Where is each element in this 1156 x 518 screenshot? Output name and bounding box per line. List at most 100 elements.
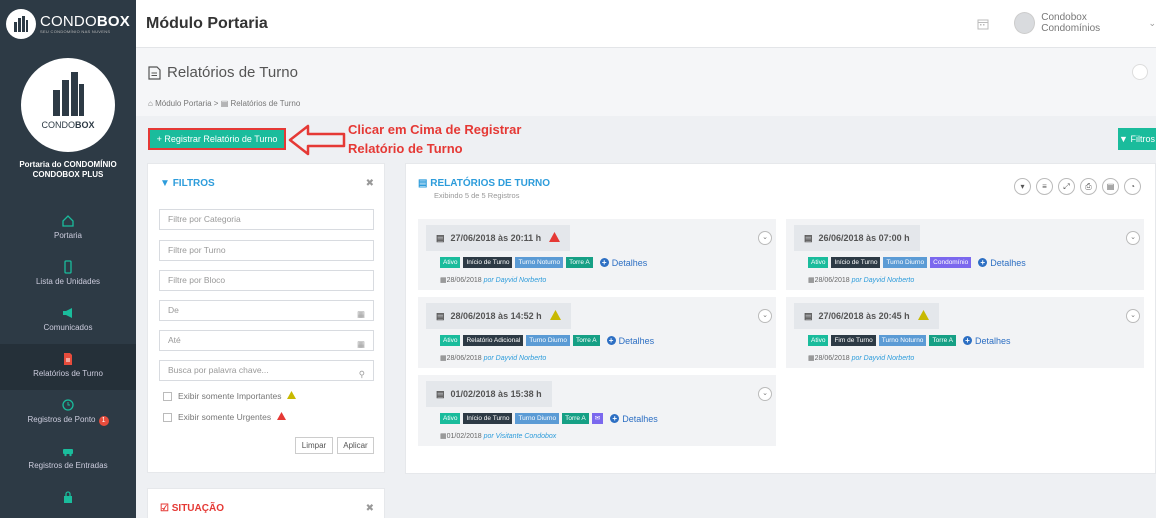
tag-location: Torre A xyxy=(573,335,600,346)
reports-title: ▤ RELATÓRIOS DE TURNO xyxy=(418,178,550,189)
tag-shift: Turno Noturno xyxy=(878,335,927,346)
card-author: por Dayvid Norberto xyxy=(483,277,547,284)
reports-title-text: RELATÓRIOS DE TURNO xyxy=(430,178,551,189)
details-link[interactable]: + Detalhes xyxy=(978,258,1026,268)
document-icon: ▤ xyxy=(804,232,813,243)
chevron-down-icon[interactable]: ⌄ xyxy=(758,309,772,323)
card-date: 28/06/2018 xyxy=(446,355,482,362)
print-icon[interactable]: ⎙ xyxy=(1080,178,1097,195)
warning-yellow-icon xyxy=(287,391,297,401)
chevron-down-icon[interactable]: ⌄ xyxy=(1126,231,1140,245)
tag-location: Torre A xyxy=(929,335,957,346)
megaphone-icon xyxy=(63,308,72,318)
urgentes-checkbox[interactable]: Exibir somente Urgentes xyxy=(163,412,287,422)
filtros-button[interactable]: ▼ Filtros xyxy=(1118,128,1156,150)
breadcrumb-separator: > xyxy=(213,99,219,108)
report-card[interactable]: ▤ 27/06/2018 às 20:11 h ⌄ Ativo Início de… xyxy=(418,219,776,290)
document-icon: ▤ xyxy=(436,388,445,399)
card-date: 01/02/2018 xyxy=(446,433,482,440)
details-label: Detalhes xyxy=(622,413,658,424)
tag-status: Ativo xyxy=(808,257,829,268)
aplicar-button[interactable]: Aplicar xyxy=(337,437,374,454)
chevron-down-icon[interactable]: ⌄ xyxy=(1126,309,1140,323)
close-icon[interactable]: ✖ xyxy=(366,178,374,189)
chevron-down-icon[interactable]: ⌄ xyxy=(758,231,772,245)
sidebar-item-registros-ponto[interactable]: Registros de Ponto 1 xyxy=(0,390,136,436)
filters-title: ▼ FILTROS xyxy=(160,178,215,189)
categoria-filter[interactable]: Filtre por Categoria xyxy=(159,209,374,230)
list-icon[interactable]: ≡ xyxy=(1036,178,1053,195)
checkbox-box[interactable] xyxy=(163,391,172,401)
card-header: ▤ 27/06/2018 às 20:45 h xyxy=(794,303,939,329)
breadcrumb-current: Relatórios de Turno xyxy=(230,99,301,108)
chevron-down-icon[interactable]: ⌄ xyxy=(758,387,772,401)
sidebar-item-registros-entradas[interactable]: Registros de Entradas xyxy=(0,436,136,482)
logo-text-light: CONDO xyxy=(41,120,75,130)
sidebar-item-label: Comunicados xyxy=(43,323,93,332)
checkbox-box[interactable] xyxy=(163,412,172,422)
search-input[interactable]: Busca por palavra chave... ⚲ xyxy=(159,360,374,381)
sidebar-item-portaria[interactable]: Portaria xyxy=(0,206,136,252)
annotation-line-2: Relatório de Turno xyxy=(348,141,463,156)
bloco-filter[interactable]: Filtre por Bloco xyxy=(159,270,374,291)
expand-icon[interactable]: ⤢ xyxy=(1058,178,1075,195)
tag-type: Início de Turno xyxy=(463,257,513,268)
turno-filter[interactable]: Filtre por Turno xyxy=(159,240,374,261)
chart-icon[interactable]: ◔ xyxy=(1124,178,1141,195)
filtros-label: Filtros xyxy=(1130,134,1155,144)
sidebar-item-label: Registros de Ponto xyxy=(27,415,96,424)
card-tags: Ativo Início de Turno Turno Diurno Torre… xyxy=(440,413,658,424)
card-date: 28/06/2018 xyxy=(446,277,482,284)
tag-shift: Turno Diurno xyxy=(883,257,928,268)
document-icon: ▤ xyxy=(436,232,445,243)
tag-type: Início de Turno xyxy=(463,413,513,424)
limpar-button[interactable]: Limpar xyxy=(295,437,333,454)
report-card[interactable]: ▤ 01/02/2018 às 15:38 h ⌄ Ativo Início de… xyxy=(418,375,776,446)
report-card[interactable]: ▤ 27/06/2018 às 20:45 h ⌄ Ativo Fim de Tu… xyxy=(786,297,1144,368)
calendar-icon[interactable] xyxy=(977,18,989,30)
pdf-icon[interactable]: ▤ xyxy=(1102,178,1119,195)
importantes-checkbox[interactable]: Exibir somente Importantes xyxy=(163,391,297,401)
report-card[interactable]: ▤ 26/06/2018 às 07:00 h ⌄ Ativo Início de… xyxy=(786,219,1144,290)
document-icon xyxy=(148,65,161,80)
breadcrumb-home[interactable]: Módulo Portaria xyxy=(155,99,211,108)
details-link[interactable]: + Detalhes xyxy=(606,336,654,346)
card-header: ▤ 01/02/2018 às 15:38 h xyxy=(426,381,552,407)
card-meta: ▦28/06/2018 por Dayvid Norberto xyxy=(440,276,546,284)
sidebar-item-label: Relatórios de Turno xyxy=(33,369,103,378)
search-placeholder: Busca por palavra chave... xyxy=(168,365,269,375)
plus-icon: + xyxy=(610,414,620,423)
avatar xyxy=(1014,12,1036,34)
details-link[interactable]: + Detalhes xyxy=(610,414,658,424)
card-meta: ▦28/06/2018 por Dayvid Norberto xyxy=(808,354,914,362)
toolbar: + Registrar Relatório de Turno Clicar em… xyxy=(136,116,1156,162)
sidebar-item-relatorios-turno[interactable]: Relatórios de Turno xyxy=(0,344,136,390)
plus-icon: + xyxy=(599,258,609,267)
close-icon[interactable]: ✖ xyxy=(366,503,374,514)
card-header: ▤ 26/06/2018 às 07:00 h xyxy=(794,225,920,251)
home-icon: ⌂ xyxy=(148,99,153,108)
brand-logo[interactable]: CONDOBOX SEU CONDOMÍNIO NAS NUVENS xyxy=(0,0,136,48)
details-link[interactable]: + Detalhes xyxy=(963,336,1011,346)
report-card[interactable]: ▤ 28/06/2018 às 14:52 h ⌄ Ativo Relatório… xyxy=(418,297,776,368)
sidebar-item-lock[interactable] xyxy=(0,482,136,518)
top-bar: CONDOBOX SEU CONDOMÍNIO NAS NUVENS Módul… xyxy=(0,0,1156,48)
sidebar-item-comunicados[interactable]: Comunicados xyxy=(0,298,136,344)
sidebar-item-lista-unidades[interactable]: Lista de Unidades xyxy=(0,252,136,298)
user-menu[interactable]: Condobox Condomínios ⌄ xyxy=(1014,12,1156,34)
clock-icon xyxy=(62,399,74,411)
module-title: Módulo Portaria xyxy=(146,15,268,32)
date-from-input[interactable]: De ▦ xyxy=(159,300,374,321)
filters-title-text: FILTROS xyxy=(172,178,215,189)
caret-down-icon[interactable]: ▾ xyxy=(1014,178,1031,195)
card-tags: Ativo Início de Turno Turno Noturno Torr… xyxy=(440,257,647,268)
date-to-input[interactable]: Até ▦ xyxy=(159,330,374,351)
gear-icon[interactable] xyxy=(1132,64,1148,80)
card-meta: ▦28/06/2018 por Dayvid Norberto xyxy=(808,276,914,284)
situacao-title: ☑ SITUAÇÃO xyxy=(160,503,224,514)
plus-icon: + xyxy=(978,258,988,267)
details-link[interactable]: + Detalhes xyxy=(599,258,647,268)
calendar-icon: ▦ xyxy=(356,339,365,349)
tag-status: Ativo xyxy=(440,413,461,424)
register-report-button[interactable]: + Registrar Relatório de Turno xyxy=(148,128,286,150)
